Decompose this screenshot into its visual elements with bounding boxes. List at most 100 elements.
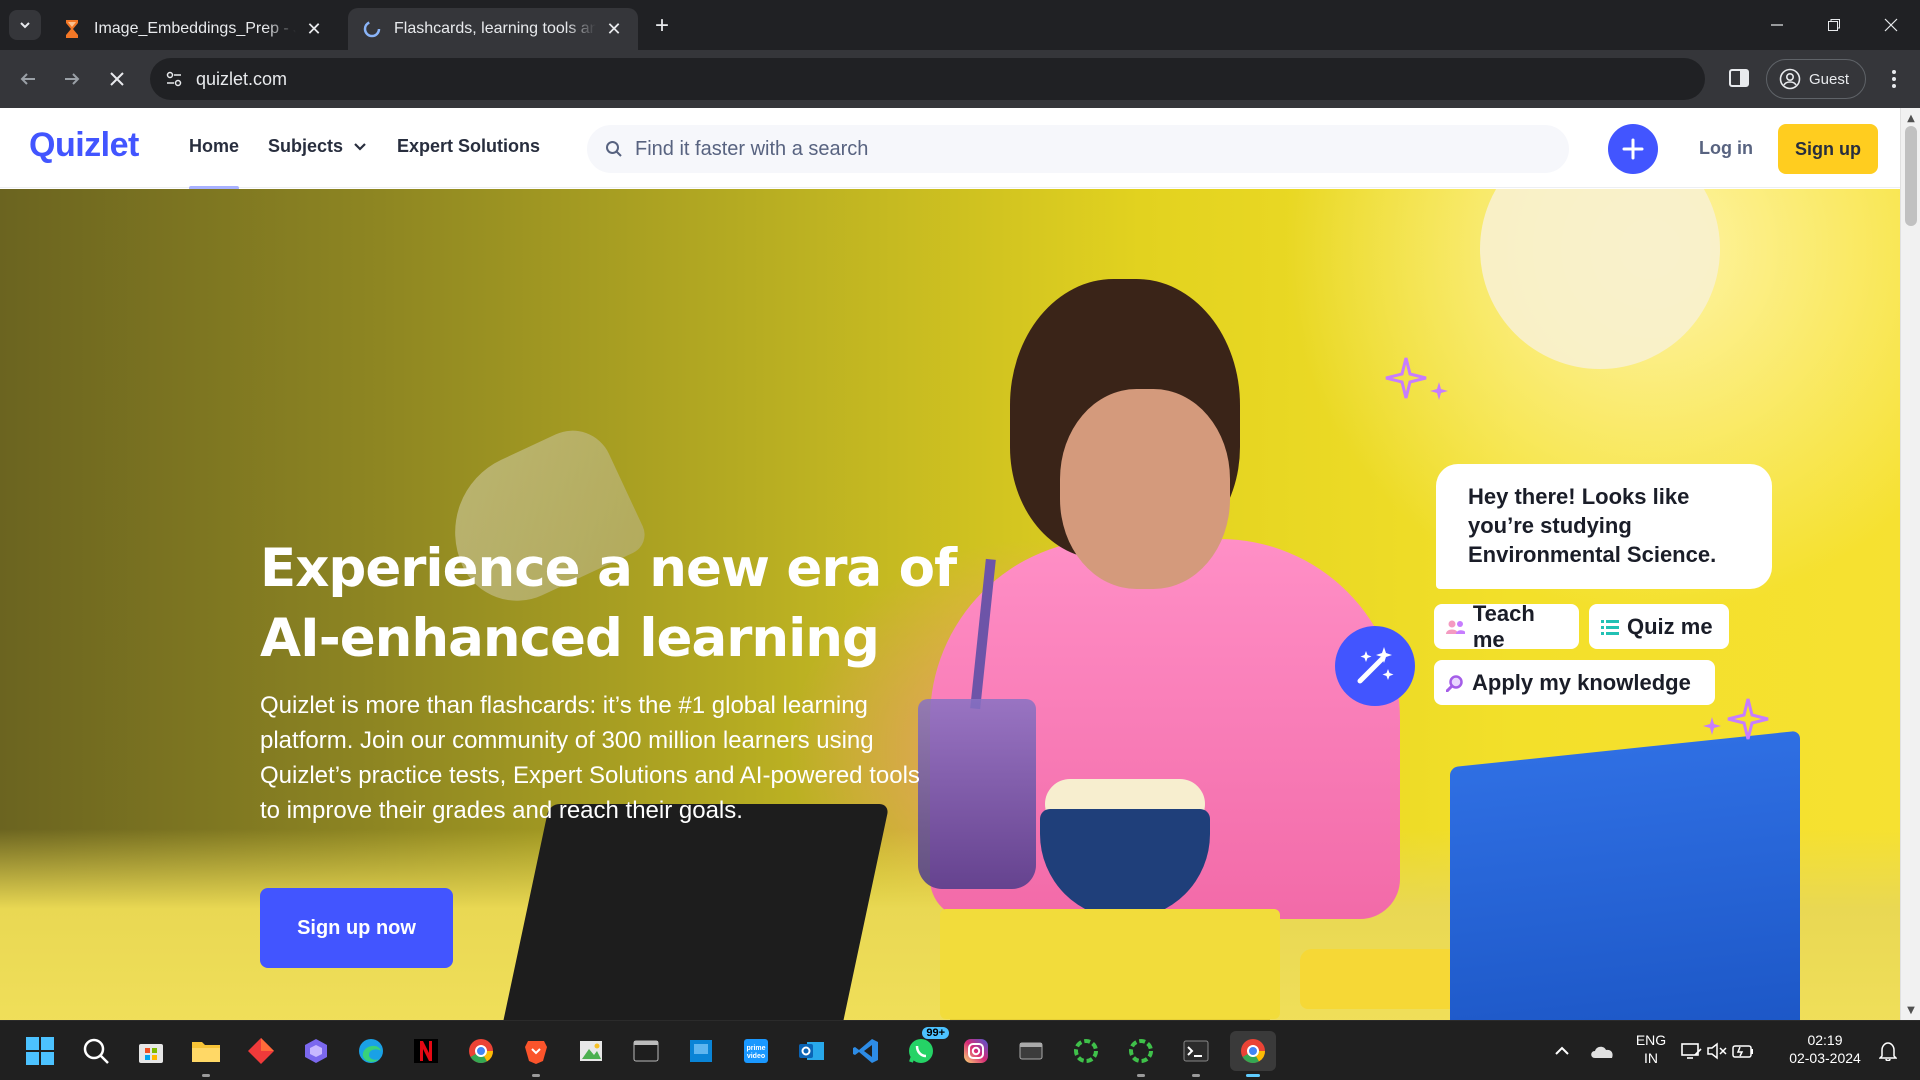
tab-title: Image_Embeddings_Prep - Jupyter [94,20,296,37]
magic-wand-icon [1357,647,1394,684]
login-link[interactable]: Log in [1699,138,1753,159]
brave-icon[interactable] [516,1031,556,1077]
close-icon[interactable]: ✕ [604,19,624,39]
scrollbar-thumb[interactable] [1905,126,1917,226]
magnifier-icon [1446,674,1463,692]
create-button[interactable] [1608,124,1658,174]
tab-jupyter[interactable]: Image_Embeddings_Prep - Jupyter ✕ [48,8,338,50]
signup-button[interactable]: Sign up [1778,124,1878,174]
start-icon[interactable] [20,1031,60,1071]
network-icon[interactable] [1678,1031,1704,1071]
stop-loading-button[interactable] [99,61,135,97]
whatsapp-icon[interactable]: 99+ [901,1027,949,1071]
terminal-window-icon[interactable] [626,1031,666,1071]
chevron-down-icon [20,22,30,29]
nav-expert-label: Expert Solutions [397,136,541,156]
address-bar[interactable]: quizlet.com [150,58,1705,100]
close-window-button[interactable] [1871,10,1911,40]
notifications-button[interactable] [1873,1031,1903,1071]
region-label: IN [1644,1050,1658,1066]
hero-photo-tablet [500,804,890,1020]
side-panel-icon [1729,69,1749,87]
chrome-active-icon[interactable] [1230,1031,1276,1077]
hero-photo-laptop [1450,730,1800,1020]
minimize-icon [1771,24,1783,26]
chrome-icon[interactable] [461,1031,501,1071]
quizlet-header: Quizlet Home Subjects Expert Solutions F… [0,108,1900,190]
forward-arrow-icon [65,73,80,85]
netflix-icon[interactable] [406,1031,446,1071]
hero-text-block: Experience a new era of AI-enhanced lear… [260,534,980,828]
file-explorer-icon[interactable] [186,1031,226,1077]
volume-muted-icon[interactable] [1704,1031,1730,1071]
onedrive-icon[interactable] [1582,1031,1622,1071]
show-hidden-icons-button[interactable] [1542,1031,1582,1071]
nav-home-label: Home [189,136,240,156]
side-panel-button[interactable] [1725,64,1753,92]
signup-now-button[interactable]: Sign up now [260,888,453,968]
quiz-me-label: Quiz me [1627,613,1713,639]
plus-icon [1622,138,1644,160]
bell-icon [1879,1042,1897,1061]
terminal-icon[interactable] [1176,1031,1216,1077]
browser-menu-button[interactable] [1880,64,1908,94]
sparkle-icon [1703,698,1769,740]
app-window-icon[interactable] [1011,1031,1051,1071]
whatsapp-badge: 99+ [922,1027,949,1039]
minimize-button[interactable] [1757,10,1797,40]
prime-video-icon[interactable]: prime video [736,1031,776,1071]
quizlet-logo[interactable]: Quizlet [29,126,139,165]
scroll-down-icon[interactable]: ▼ [1905,1004,1917,1016]
language-indicator[interactable]: ENG IN [1630,1031,1672,1067]
tab-quizlet[interactable]: Flashcards, learning tools and textbook … [348,8,638,50]
nav-expert-solutions[interactable]: Expert Solutions [397,136,540,157]
people-icon [1446,620,1465,634]
restore-button[interactable] [1814,10,1854,40]
running-indicator [202,1074,210,1077]
ai-chat-bubble: Hey there! Looks like you’re studying En… [1436,464,1772,589]
store-icon[interactable] [131,1031,171,1071]
page-scrollbar[interactable]: ▲ ▼ [1900,108,1920,1020]
hero-photo-clock [1480,189,1720,369]
running-indicator [1137,1074,1145,1077]
chevron-up-icon [1555,1046,1569,1055]
back-arrow-icon [20,73,35,85]
url-text[interactable]: quizlet.com [196,69,287,90]
tab-search-button[interactable] [9,10,41,40]
app-red-icon[interactable] [241,1031,281,1071]
search-icon[interactable] [76,1031,116,1071]
profile-label: Guest [1809,70,1850,88]
vscode-icon[interactable] [846,1031,886,1071]
teach-me-label: Teach me [1472,600,1535,652]
site-info-icon[interactable] [162,67,186,91]
app-blue-icon[interactable] [681,1031,721,1071]
browser-tab-strip: Image_Embeddings_Prep - Jupyter ✕ Flashc… [0,0,1920,50]
back-button[interactable] [10,61,46,97]
spinner-green-2-icon[interactable] [1121,1031,1161,1077]
language-label: ENG [1635,1032,1667,1048]
running-indicator [1192,1074,1200,1077]
hero-subtitle: Quizlet is more than flashcards: it’s th… [260,692,920,824]
battery-icon[interactable] [1730,1031,1756,1071]
clock[interactable]: 02:19 02-03-2024 [1780,1031,1870,1067]
close-icon[interactable]: ✕ [304,19,324,39]
nav-home[interactable]: Home [189,136,240,190]
forward-button[interactable] [54,61,90,97]
windows-taskbar: prime video 99+ ENG IN 02:19 02-03-2024 [0,1020,1920,1080]
profile-button[interactable]: Guest [1766,59,1866,99]
copilot-icon[interactable] [296,1031,336,1071]
search-input[interactable]: Find it faster with a search [587,125,1569,173]
edge-icon[interactable] [351,1031,391,1071]
time-label: 02:19 [1807,1032,1843,1048]
image-viewer-icon[interactable] [571,1031,611,1071]
hero-title-line1: Experience a new era of [260,538,957,599]
spinner-green-icon[interactable] [1066,1031,1106,1071]
outlook-icon[interactable] [791,1031,831,1071]
instagram-icon[interactable] [956,1031,996,1071]
more-vert-icon [1892,70,1896,88]
sparkle-icon [1385,357,1448,400]
scroll-up-icon[interactable]: ▲ [1905,112,1917,124]
new-tab-button[interactable]: + [648,12,676,40]
nav-subjects[interactable]: Subjects [268,136,367,157]
date-label: 02-03-2024 [1789,1050,1861,1066]
